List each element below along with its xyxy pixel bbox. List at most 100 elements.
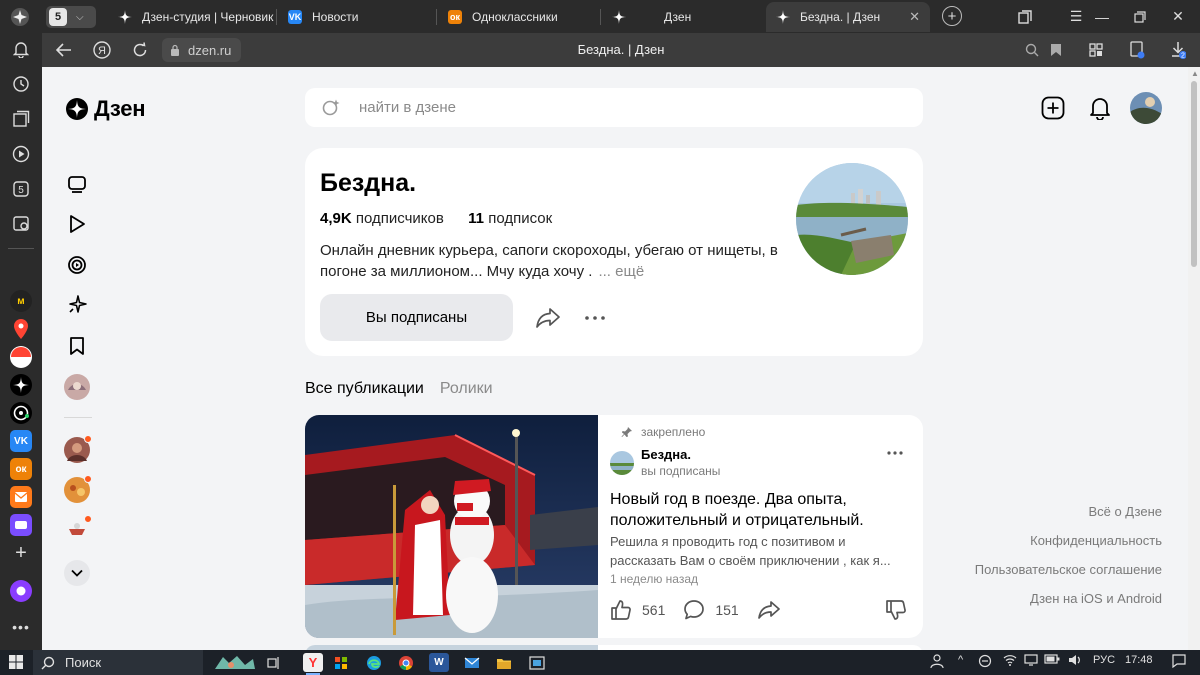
yandex-market-icon[interactable]: ᴍ xyxy=(10,290,32,312)
tab-all-publications[interactable]: Все публикации xyxy=(305,380,424,398)
tv-icon[interactable] xyxy=(66,173,88,195)
scroll-up-arrow-icon[interactable]: ▲ xyxy=(1191,69,1199,78)
extensions-icon[interactable] xyxy=(1086,40,1106,60)
minimize-icon[interactable]: — xyxy=(1082,0,1122,33)
weather-icon[interactable] xyxy=(10,346,32,368)
search-icon xyxy=(41,656,55,669)
footer-link-privacy[interactable]: Конфиденциальность xyxy=(972,532,1162,549)
clock[interactable]: 17:48 xyxy=(1125,654,1153,666)
subscriptions-count: 11 xyxy=(468,210,485,227)
zen-logo[interactable]: Дзен xyxy=(66,96,146,122)
shorts-icon[interactable] xyxy=(66,254,88,276)
post-title[interactable]: Новый год в поезде. Два опыта, положител… xyxy=(610,489,910,531)
media-app-icon[interactable] xyxy=(527,653,547,672)
add-sidebar-icon[interactable]: + xyxy=(10,542,32,564)
language-indicator[interactable]: РУС xyxy=(1093,654,1115,666)
footer-link-terms[interactable]: Пользовательское соглашение xyxy=(972,561,1162,578)
maps-pin-icon[interactable] xyxy=(10,318,32,340)
restore-icon[interactable] xyxy=(1120,0,1160,33)
bookmark-icon[interactable] xyxy=(1046,40,1066,60)
collections-icon[interactable] xyxy=(1005,0,1045,33)
footer-link-about[interactable]: Всё о Дзене xyxy=(972,503,1162,520)
show-more-link[interactable]: ... ещё xyxy=(598,263,644,280)
tab-odnoklassniki[interactable]: ок Одноклассники xyxy=(438,2,598,32)
wifi-icon[interactable] xyxy=(1003,654,1017,666)
notifications-icon[interactable] xyxy=(10,38,32,60)
like-button[interactable]: 561 xyxy=(610,599,665,621)
close-window-icon[interactable]: ✕ xyxy=(1158,0,1198,33)
post-more-button[interactable] xyxy=(887,451,903,455)
notifications-button[interactable] xyxy=(1087,95,1113,121)
play-icon[interactable] xyxy=(10,143,32,165)
people-icon[interactable] xyxy=(930,654,944,668)
zen-sidebar-icon[interactable] xyxy=(10,374,32,396)
display-icon[interactable] xyxy=(1024,654,1038,666)
notification-center-icon[interactable] xyxy=(1172,654,1186,668)
bookmark-nav-icon[interactable] xyxy=(66,335,88,357)
tab-zen[interactable]: Дзен xyxy=(602,2,762,32)
tab-vk-news[interactable]: VK Новости xyxy=(278,2,436,32)
explorer-icon[interactable] xyxy=(494,653,514,672)
battery-icon[interactable] xyxy=(1044,654,1060,664)
start-tiles-icon[interactable] xyxy=(331,653,351,672)
channel-avatar-nav[interactable] xyxy=(64,374,90,400)
page-scrollbar[interactable]: ▲ xyxy=(1188,67,1200,650)
vk-sidebar-icon[interactable]: VK xyxy=(10,430,32,452)
post-author-avatar[interactable] xyxy=(610,451,634,475)
collections-sidebar-icon[interactable] xyxy=(10,108,32,130)
user-avatar[interactable] xyxy=(1130,92,1162,124)
scroll-thumb[interactable] xyxy=(1191,81,1197,267)
word-icon[interactable]: W xyxy=(429,653,449,672)
share-button[interactable] xyxy=(535,306,561,330)
tray-app-icon[interactable] xyxy=(978,654,992,668)
mail-app-icon[interactable] xyxy=(462,653,482,672)
create-post-button[interactable] xyxy=(1040,95,1066,121)
subscription-avatar[interactable] xyxy=(64,435,92,463)
yandex-browser-menu-icon[interactable] xyxy=(8,6,32,28)
footer-link-apps[interactable]: Дзен на iOS и Android xyxy=(972,590,1162,607)
downloads-icon[interactable]: 2 xyxy=(1168,40,1188,60)
taskbar-search[interactable]: Поиск xyxy=(33,650,203,675)
new-tab-button[interactable]: + xyxy=(942,6,962,26)
search-page-icon[interactable] xyxy=(1022,40,1042,60)
protect-icon[interactable] xyxy=(1127,40,1147,60)
post-author-name[interactable]: Бездна. xyxy=(641,447,691,462)
chrome-icon[interactable] xyxy=(396,653,416,672)
history-icon[interactable] xyxy=(10,73,32,95)
search-bar[interactable] xyxy=(305,88,923,127)
tab-counter-button[interactable]: 5 ⌵ xyxy=(46,6,96,28)
expand-nav-button[interactable] xyxy=(64,560,90,586)
yandex-browser-taskbar-icon[interactable]: Y xyxy=(303,653,323,675)
edge-icon[interactable] xyxy=(364,653,384,672)
new-content-dot xyxy=(84,515,92,523)
news-widget-icon[interactable] xyxy=(210,653,258,672)
dislike-button[interactable] xyxy=(885,599,907,621)
subscription-avatar[interactable] xyxy=(64,515,92,543)
more-options-button[interactable] xyxy=(584,308,606,328)
tray-chevron-up-icon[interactable]: ^ xyxy=(958,654,963,666)
more-dots-icon[interactable]: ••• xyxy=(10,616,32,638)
sparkle-icon[interactable] xyxy=(66,294,88,316)
subscription-avatar[interactable] xyxy=(64,475,92,503)
mail-icon[interactable] xyxy=(10,486,32,508)
tab-clips[interactable]: Ролики xyxy=(440,380,493,398)
tab-bezdna-active[interactable]: Бездна. | Дзен ✕ xyxy=(766,2,930,32)
close-tab-icon[interactable]: ✕ xyxy=(909,9,920,25)
alice-icon[interactable] xyxy=(10,580,32,602)
windows-start-icon[interactable] xyxy=(9,655,23,669)
subscribed-button[interactable]: Вы подписаны xyxy=(320,294,513,341)
share-post-button[interactable] xyxy=(757,599,791,621)
screenshot-icon[interactable] xyxy=(10,213,32,235)
music-icon[interactable] xyxy=(10,402,32,424)
tab-counter-sidebar-icon[interactable]: 5 xyxy=(10,178,32,200)
messenger-icon[interactable] xyxy=(10,514,32,536)
pinned-post-card[interactable]: закреплено Бездна. вы подписаны Новый го… xyxy=(305,415,923,638)
tab-zen-studio[interactable]: Дзен-студия | Черновик xyxy=(108,2,276,32)
ok-sidebar-icon[interactable]: ок xyxy=(10,458,32,480)
video-play-icon[interactable] xyxy=(66,213,88,235)
comments-button[interactable]: 151 xyxy=(683,599,739,621)
volume-icon[interactable] xyxy=(1068,654,1082,666)
task-view-icon[interactable] xyxy=(264,653,284,672)
search-input[interactable] xyxy=(359,99,859,116)
post-thumbnail[interactable] xyxy=(305,415,598,638)
